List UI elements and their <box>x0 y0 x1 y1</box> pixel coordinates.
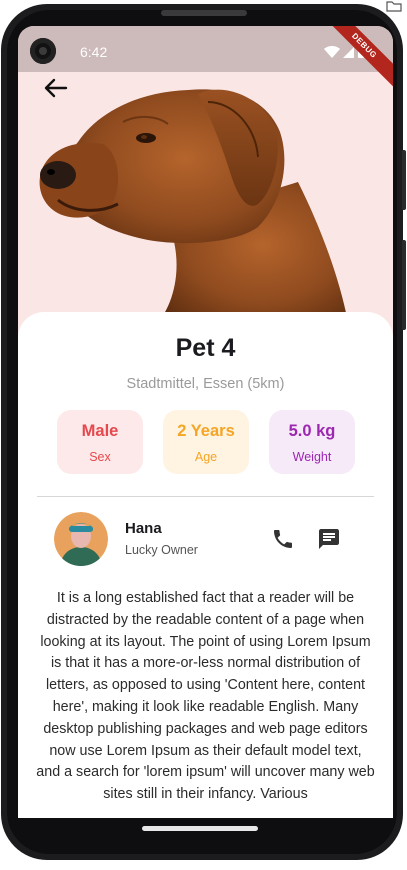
age-label: Age <box>194 450 218 464</box>
owner-avatar-image <box>54 512 108 566</box>
call-button[interactable] <box>271 527 295 551</box>
age-stat: 2 Years Age <box>163 410 249 474</box>
sex-value: Male <box>81 422 119 440</box>
speaker-grille <box>161 10 247 16</box>
age-value: 2 Years <box>177 422 235 440</box>
dog-illustration <box>39 89 348 322</box>
message-button[interactable] <box>317 527 341 551</box>
front-camera <box>30 38 56 64</box>
power-button <box>402 150 406 210</box>
status-bar: 6:42 <box>18 26 393 72</box>
pet-name: Pet 4 <box>175 334 236 362</box>
status-time: 6:42 <box>80 44 108 60</box>
chat-icon <box>319 529 339 549</box>
pet-description: It is a long established fact that a rea… <box>36 590 375 803</box>
weight-value: 5.0 kg <box>288 422 336 440</box>
owner-role: Lucky Owner <box>125 543 198 557</box>
volume-button <box>402 240 406 330</box>
sex-label: Sex <box>89 450 111 464</box>
folder-icon <box>386 1 402 12</box>
pet-location: Stadtmittel, Essen (5km) <box>126 376 285 392</box>
pet-detail-card: Pet 4 Stadtmittel, Essen (5km) Male Sex … <box>18 312 393 818</box>
weight-stat: 5.0 kg Weight <box>269 410 355 474</box>
divider <box>37 496 374 497</box>
weight-label: Weight <box>292 450 332 464</box>
phone-icon <box>274 530 292 548</box>
sex-stat: Male Sex <box>57 410 143 474</box>
pet-photo <box>18 72 393 322</box>
home-indicator[interactable] <box>142 826 258 831</box>
back-button[interactable] <box>42 74 70 102</box>
app-screen: 6:42 DEBUG Pet 4 Stadtmittel, Essen (5km… <box>18 26 393 818</box>
arrow-left-icon <box>44 78 68 98</box>
owner-name: Hana <box>125 520 162 537</box>
owner-avatar[interactable] <box>54 512 108 566</box>
